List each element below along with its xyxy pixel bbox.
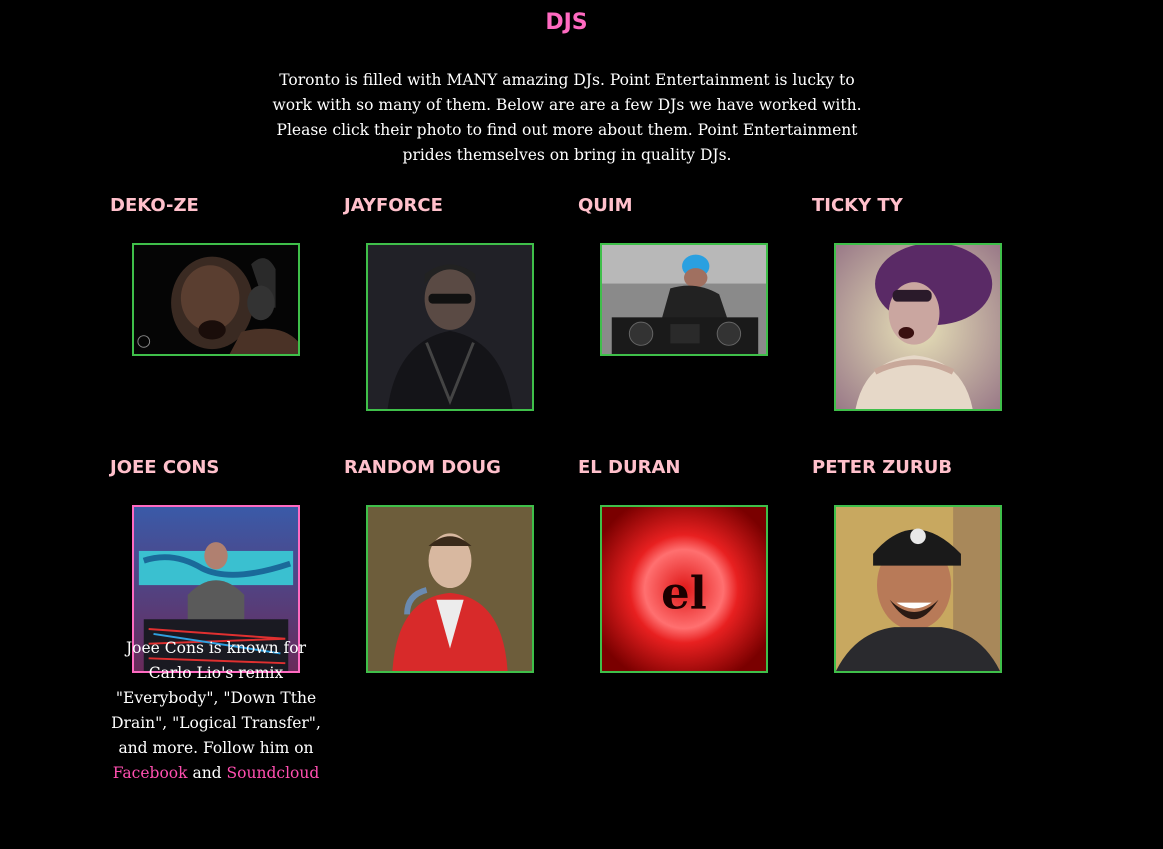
dj-card-quim: QUIM: [578, 195, 790, 356]
dj-name: QUIM: [578, 195, 633, 216]
dj-name: JAYFORCE: [344, 195, 443, 216]
soundcloud-link[interactable]: Soundcloud: [227, 764, 320, 782]
dj-card-joee-cons: JOEE CONS Joee Cons is known for Carlo L…: [110, 457, 322, 782]
intro-text: Toronto is filled with MANY amazing DJs.…: [272, 71, 862, 164]
dj-photo[interactable]: [834, 243, 1002, 411]
dj-name: JOEE CONS: [110, 457, 220, 478]
dj-photo-image: [602, 245, 766, 354]
bio-conjunction: and: [192, 764, 222, 782]
page-title: DJS: [545, 10, 588, 35]
dj-photo-image: [836, 507, 1000, 671]
dj-card-ticky-ty: TICKY TY: [812, 195, 1024, 411]
dj-card-peter-zurub: PETER ZURUB: [812, 457, 1024, 673]
dj-card-el-duran: EL DURAN el: [578, 457, 790, 673]
dj-photo-image: [134, 245, 298, 354]
facebook-link[interactable]: Facebook: [113, 764, 188, 782]
dj-photo[interactable]: [834, 505, 1002, 673]
dj-bio: Joee Cons is known for Carlo Lio's remix…: [110, 636, 322, 786]
dj-photo[interactable]: [600, 243, 768, 356]
dj-name: PETER ZURUB: [812, 457, 953, 478]
dj-photo-image: el: [602, 507, 766, 671]
el-duran-logo-text: el: [661, 567, 707, 620]
dj-bio-text: Joee Cons is known for Carlo Lio's remix…: [111, 639, 321, 757]
dj-name: DEKO-ZE: [110, 195, 199, 216]
dj-name: EL DURAN: [578, 457, 681, 478]
dj-name: RANDOM DOUG: [344, 457, 501, 478]
dj-photo[interactable]: [366, 243, 534, 411]
dj-card-jayforce: JAYFORCE: [344, 195, 556, 411]
dj-card-deko-ze: DEKO-ZE: [110, 195, 322, 356]
dj-photo-image: [368, 507, 532, 671]
dj-card-random-doug: RANDOM DOUG: [344, 457, 556, 673]
dj-photo-image: [836, 245, 1000, 409]
dj-photo[interactable]: [132, 243, 300, 356]
dj-name: TICKY TY: [812, 195, 903, 216]
dj-photo[interactable]: el: [600, 505, 768, 673]
dj-photo[interactable]: [366, 505, 534, 673]
dj-photo-image: [368, 245, 532, 409]
